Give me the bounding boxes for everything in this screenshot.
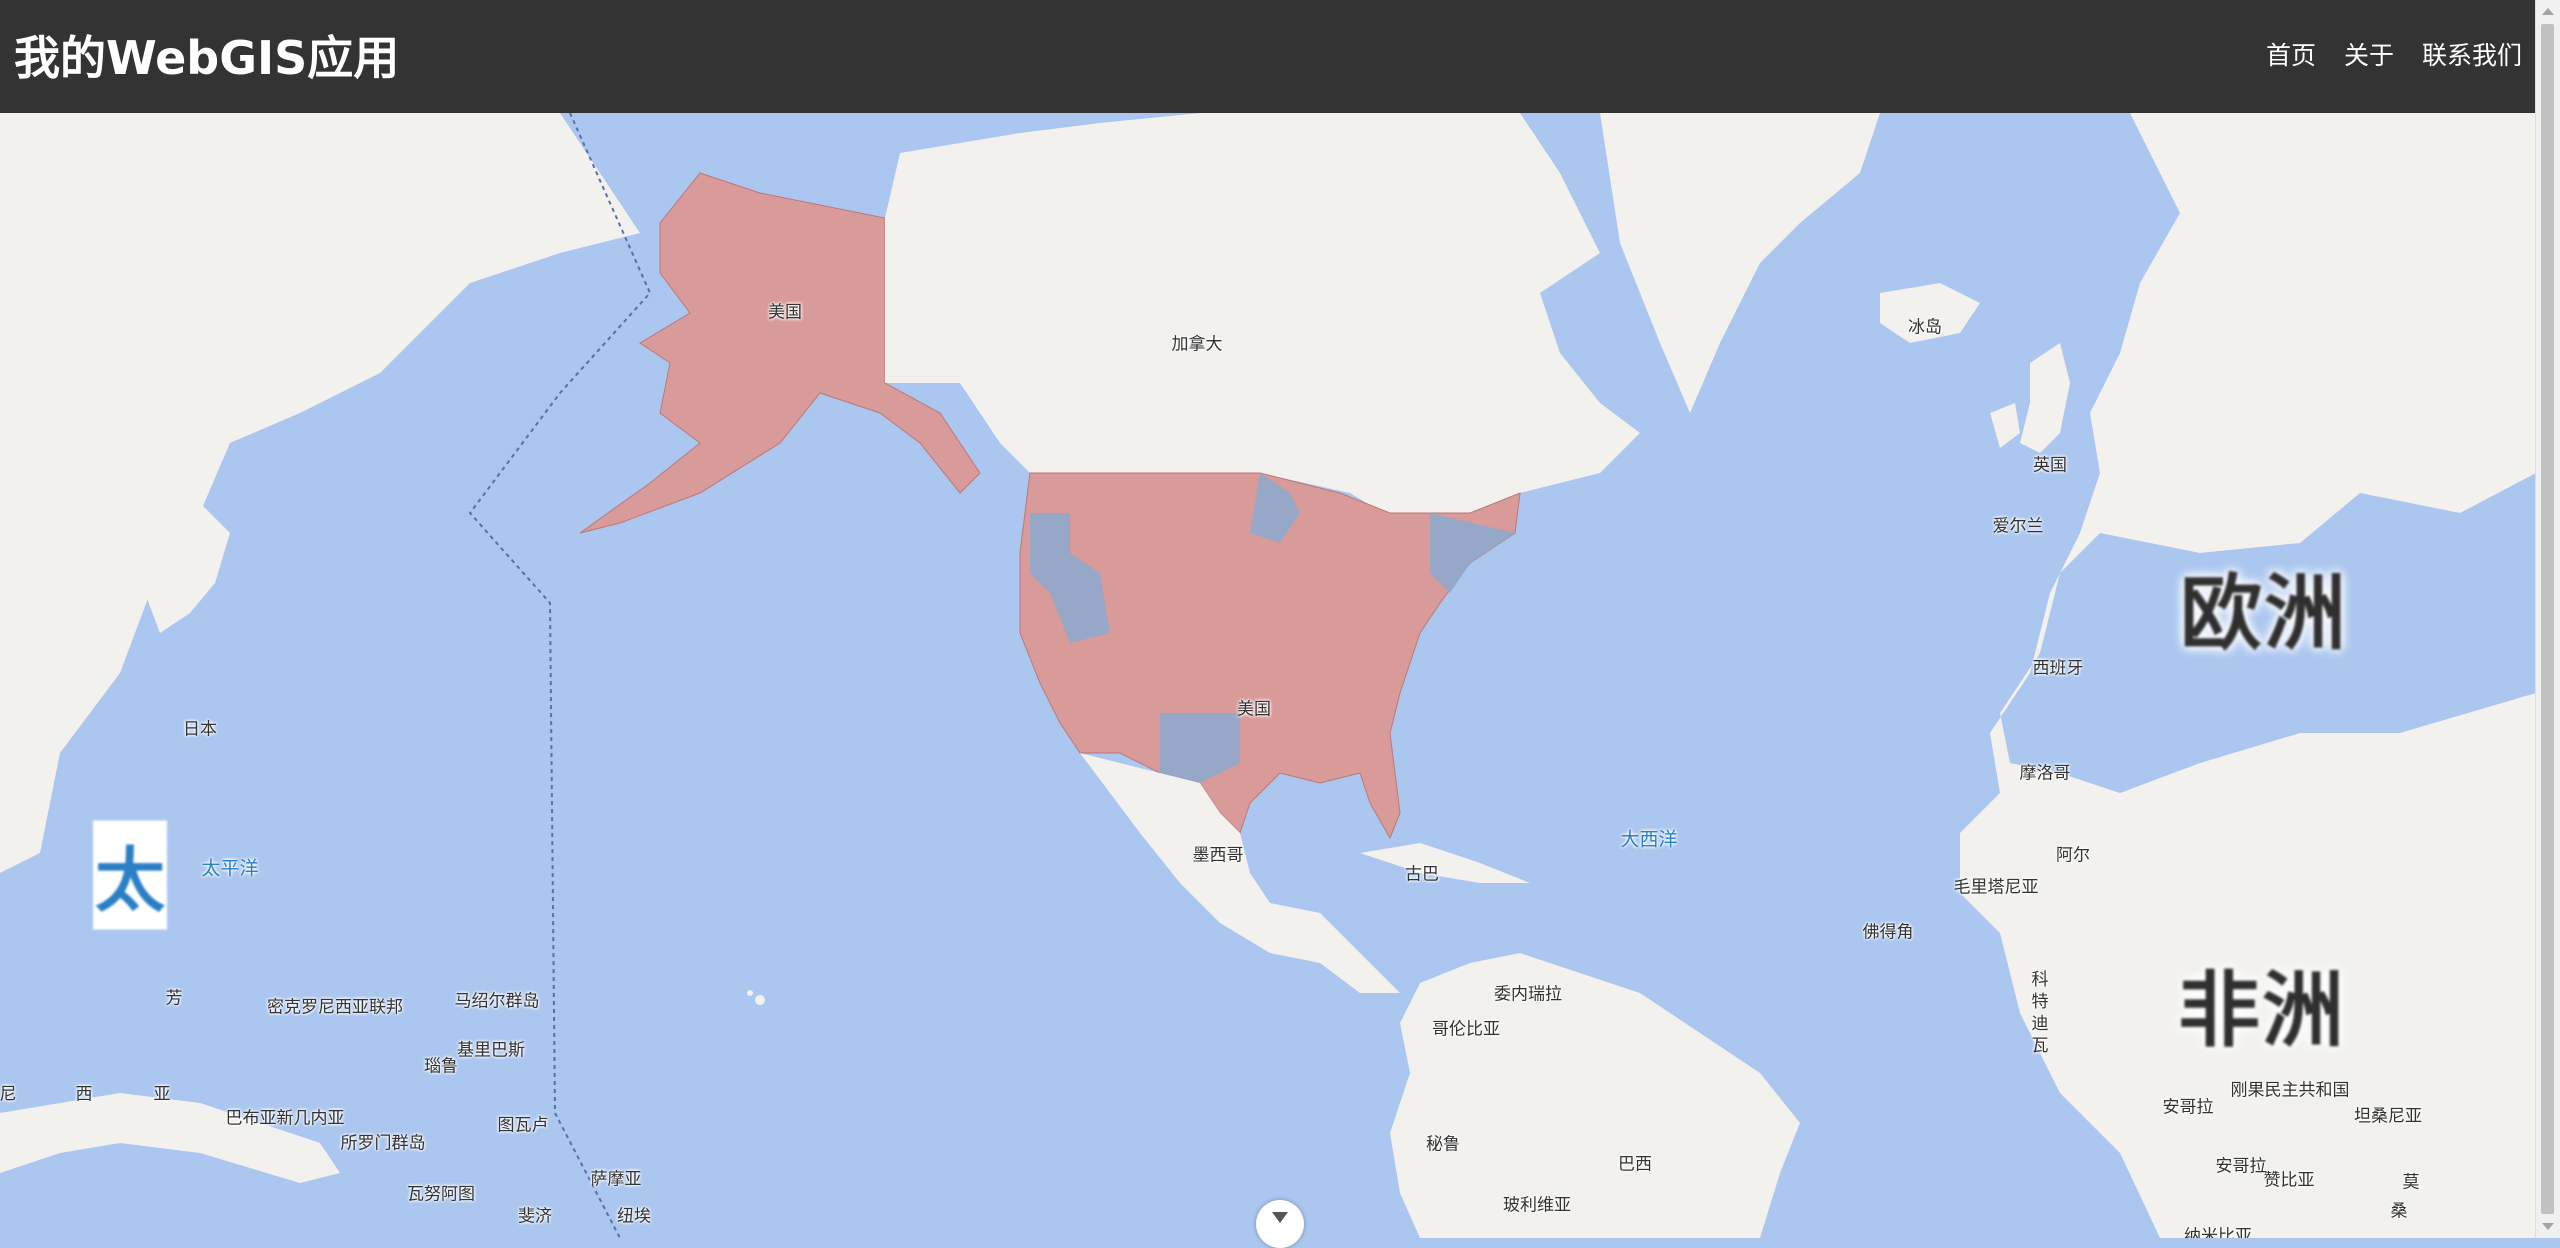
- overlay-pacific: 太: [93, 820, 167, 930]
- vertical-scrollbar[interactable]: [2535, 0, 2560, 1238]
- label-ireland: 爱尔兰: [1992, 516, 2044, 537]
- label-canada: 加拿大: [1171, 334, 1223, 355]
- map-view[interactable]: 美国 加拿大 冰岛 英国 爱尔兰 西班牙 摩洛哥 毛里塔尼亚 阿尔 科 特 迪 …: [0, 113, 2536, 1238]
- app-header: 我的WebGIS应用 首页 关于 联系我们: [0, 0, 2536, 113]
- label-samoa: 萨摩亚: [590, 1169, 642, 1190]
- label-nauru: 瑙鲁: [424, 1056, 458, 1077]
- top-nav: 首页 关于 联系我们: [2252, 36, 2536, 72]
- overlay-africa: 非洲: [2177, 963, 2347, 1059]
- nav-about[interactable]: 关于: [2330, 36, 2408, 72]
- label-mozambique: 莫: [2402, 1172, 2420, 1193]
- label-venezuela: 委内瑞拉: [1494, 984, 1562, 1005]
- basemap: [0, 113, 2536, 1238]
- ireland-land: [1990, 403, 2020, 448]
- label-namibia: 纳米比亚: [2184, 1226, 2252, 1239]
- cuba-land: [1360, 843, 1530, 883]
- nav-contact[interactable]: 联系我们: [2408, 36, 2536, 72]
- canada-land: [885, 113, 1640, 523]
- label-colombia: 哥伦比亚: [1432, 1019, 1500, 1040]
- label-ivory-coast: 科 特 迪 瓦: [2031, 970, 2049, 1056]
- label-bolivia: 玻利维亚: [1503, 1195, 1571, 1216]
- label-mozambique-2: 桑: [2390, 1201, 2408, 1222]
- label-usa: 美国: [1237, 699, 1271, 720]
- label-angola-2: 安哥拉: [2215, 1156, 2267, 1177]
- overlay-europe: 欧洲: [2179, 566, 2349, 662]
- label-tanzania: 坦桑尼亚: [2354, 1106, 2422, 1127]
- dateline: [468, 113, 652, 1238]
- scroll-thumb[interactable]: [2541, 24, 2554, 1214]
- label-png: 巴布亚新几内亚: [225, 1108, 345, 1129]
- greenland-land: [1600, 113, 1880, 413]
- label-tuvalu: 图瓦卢: [497, 1115, 549, 1136]
- label-niue: 纽埃: [617, 1206, 651, 1227]
- app-title[interactable]: 我的WebGIS应用: [14, 22, 399, 88]
- label-algeria: 阿尔: [2056, 845, 2090, 866]
- label-cape-verde: 佛得角: [1862, 922, 1914, 943]
- label-atlantic: 大西洋: [1620, 828, 1678, 851]
- label-peru: 秘鲁: [1426, 1134, 1460, 1155]
- label-micronesia: 密克罗尼西亚联邦: [267, 997, 403, 1018]
- label-marshall: 马绍尔群岛: [454, 991, 540, 1012]
- label-partial-xi: 西: [75, 1084, 93, 1105]
- label-zambia: 赞比亚: [2263, 1170, 2315, 1191]
- uk-land: [2020, 343, 2070, 453]
- label-partial-ni: 尼: [0, 1084, 17, 1105]
- label-alaska: 美国: [768, 302, 802, 323]
- nav-home[interactable]: 首页: [2252, 36, 2330, 72]
- label-kiribati: 基里巴斯: [457, 1040, 525, 1061]
- label-fiji: 斐济: [518, 1206, 552, 1227]
- expand-panel-button[interactable]: [1256, 1200, 1304, 1248]
- label-spain: 西班牙: [2032, 658, 2084, 679]
- chevron-down-icon: [1272, 1212, 1288, 1223]
- label-philippines: 芳: [165, 988, 183, 1009]
- label-brazil: 巴西: [1618, 1154, 1652, 1175]
- label-uk: 英国: [2033, 455, 2067, 476]
- scroll-down-arrow-icon[interactable]: [2542, 1223, 2554, 1230]
- label-morocco: 摩洛哥: [2019, 763, 2071, 784]
- label-mexico: 墨西哥: [1192, 845, 1244, 866]
- label-solomon: 所罗门群岛: [340, 1133, 426, 1154]
- label-partial-ya: 亚: [153, 1084, 171, 1105]
- hawaii-land: [755, 995, 765, 1005]
- label-mauritania: 毛里塔尼亚: [1953, 877, 2039, 898]
- label-iceland: 冰岛: [1908, 317, 1942, 338]
- label-angola: 安哥拉: [2162, 1097, 2214, 1118]
- label-cuba: 古巴: [1405, 864, 1439, 885]
- label-drc: 刚果民主共和国: [2230, 1080, 2350, 1101]
- label-pacific: 太平洋: [201, 857, 259, 880]
- label-vanuatu: 瓦努阿图: [407, 1184, 475, 1205]
- south-america-land: [1390, 953, 1800, 1238]
- scroll-up-arrow-icon[interactable]: [2542, 8, 2554, 15]
- label-japan: 日本: [183, 719, 217, 740]
- asia-land: [0, 113, 640, 873]
